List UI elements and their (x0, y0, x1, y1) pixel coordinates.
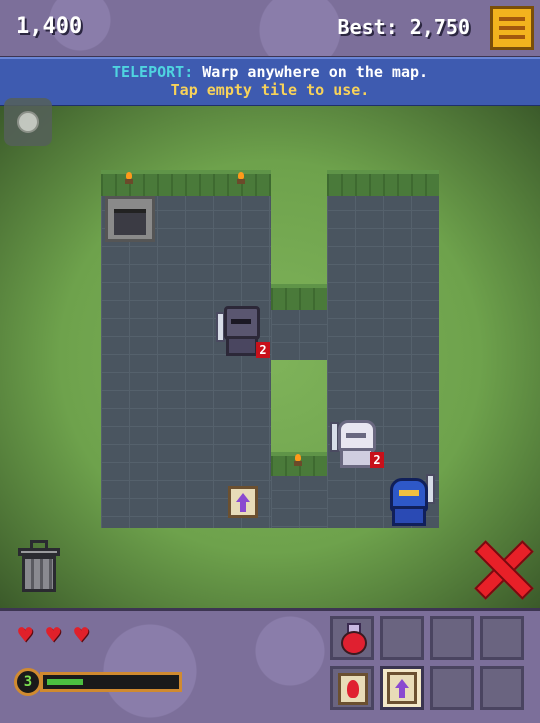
info-banner: TELEPORT: Warp anywhere on the map. Tap … (0, 57, 540, 108)
helmet-icon (224, 306, 260, 340)
inventory-slot-empty[interactable] (480, 616, 524, 660)
score-counter: 1,400 (16, 14, 83, 39)
teleport-scroll-icon (387, 672, 417, 704)
torch-icon (293, 454, 303, 468)
dungeon-wall (327, 170, 439, 196)
cancel-button[interactable] (474, 540, 528, 596)
enemy-level-badge: 2 (370, 452, 384, 468)
heart-icon: ♥ (74, 621, 89, 649)
player-level: 3 (14, 668, 42, 696)
dungeon-floor[interactable] (101, 192, 271, 528)
info-line-1: TELEPORT: Warp anywhere on the map. (0, 63, 540, 81)
menu-button[interactable] (490, 6, 534, 50)
hamburger-menu-icon (499, 17, 525, 21)
ability-keyword: TELEPORT: (111, 63, 194, 81)
inventory-slot-fire-scroll[interactable] (330, 666, 374, 710)
player-hero[interactable] (386, 474, 438, 526)
heart-icon: ♥ (18, 621, 33, 649)
best-score: Best: 2,750 (337, 15, 470, 39)
enemy-level-badge: 2 (256, 342, 270, 358)
xp-bar-fill (47, 679, 83, 685)
info-hint: Tap empty tile to use. (170, 81, 370, 99)
joystick-toggle-button[interactable] (4, 98, 52, 146)
trash-icon (22, 556, 56, 592)
torch-icon (236, 172, 246, 186)
arrow-up-icon (236, 493, 250, 513)
enemy-skeleton-knight[interactable]: 2 (328, 420, 384, 472)
dungeon-wall (271, 284, 327, 310)
inventory-slot-empty[interactable] (380, 616, 424, 660)
ability-description: Warp anywhere on the map. (193, 63, 429, 81)
teleport-scroll-pickup[interactable] (228, 486, 258, 518)
inventory-slot-empty[interactable] (430, 666, 474, 710)
dungeon-floor[interactable] (271, 472, 327, 528)
heart-icon: ♥ (46, 621, 61, 649)
trash-button[interactable] (18, 540, 60, 592)
top-bar: 1,400 Best: 2,750 (0, 0, 540, 59)
inventory-slot-empty[interactable] (430, 616, 474, 660)
health-potion-icon (341, 623, 367, 655)
arrow-up-icon (395, 679, 409, 699)
inventory-slot-teleport-scroll[interactable] (380, 666, 424, 710)
inventory-slot-health-potion[interactable] (330, 616, 374, 660)
enemy-dark-knight[interactable]: 2 (214, 306, 270, 360)
dungeon-floor[interactable] (271, 306, 327, 360)
xp-bar (40, 672, 182, 692)
torch-icon (124, 172, 134, 186)
inventory-slot-empty[interactable] (480, 666, 524, 710)
exit-stairs-icon[interactable] (105, 196, 155, 242)
fire-scroll-icon (338, 673, 368, 705)
